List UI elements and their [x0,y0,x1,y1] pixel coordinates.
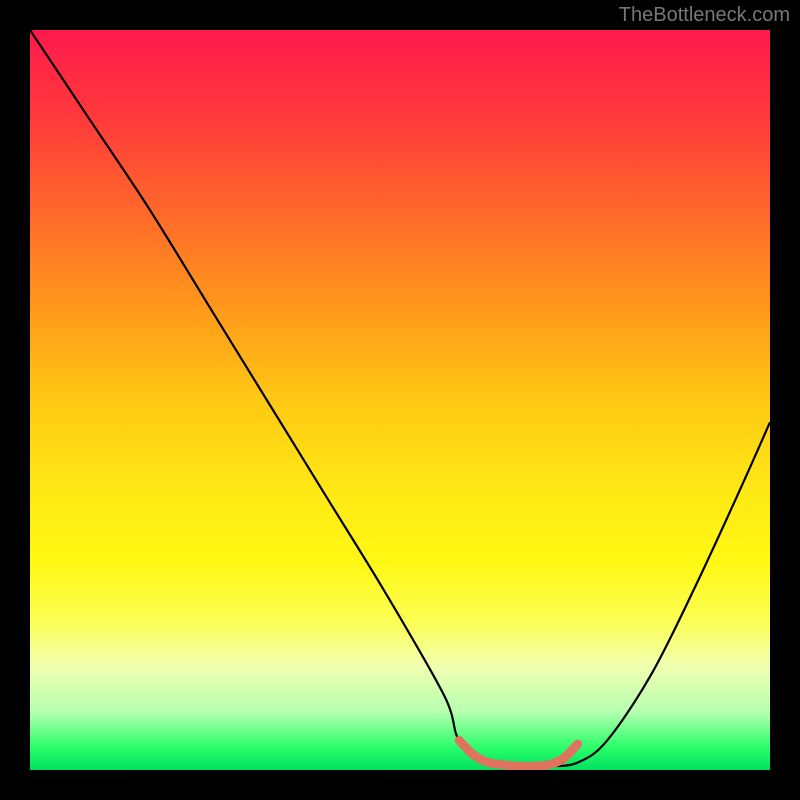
watermark-text: TheBottleneck.com [619,4,790,27]
curve-highlight [459,740,577,766]
curve-main [30,30,770,767]
chart-svg [30,30,770,770]
chart-plot-area [30,30,770,770]
